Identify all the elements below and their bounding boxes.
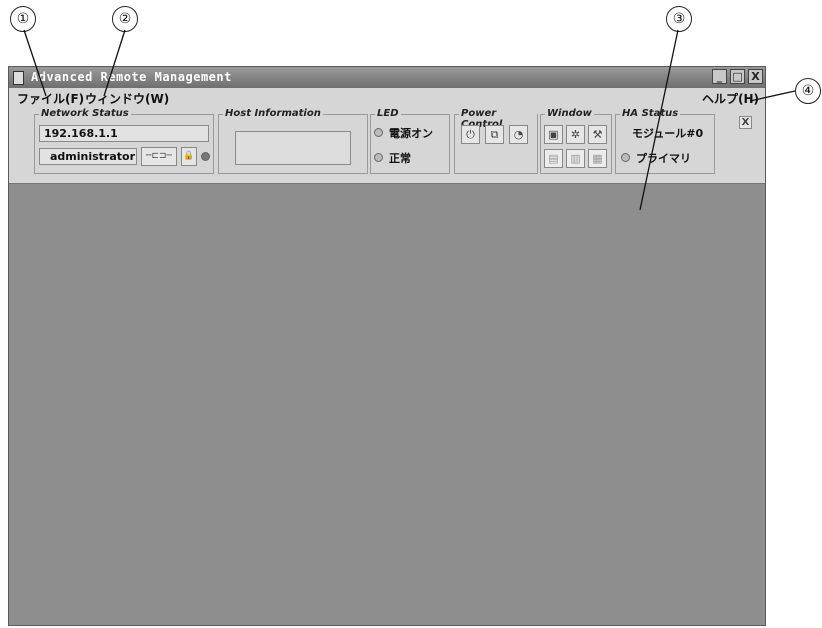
callout-leader-lines <box>23 29 796 211</box>
